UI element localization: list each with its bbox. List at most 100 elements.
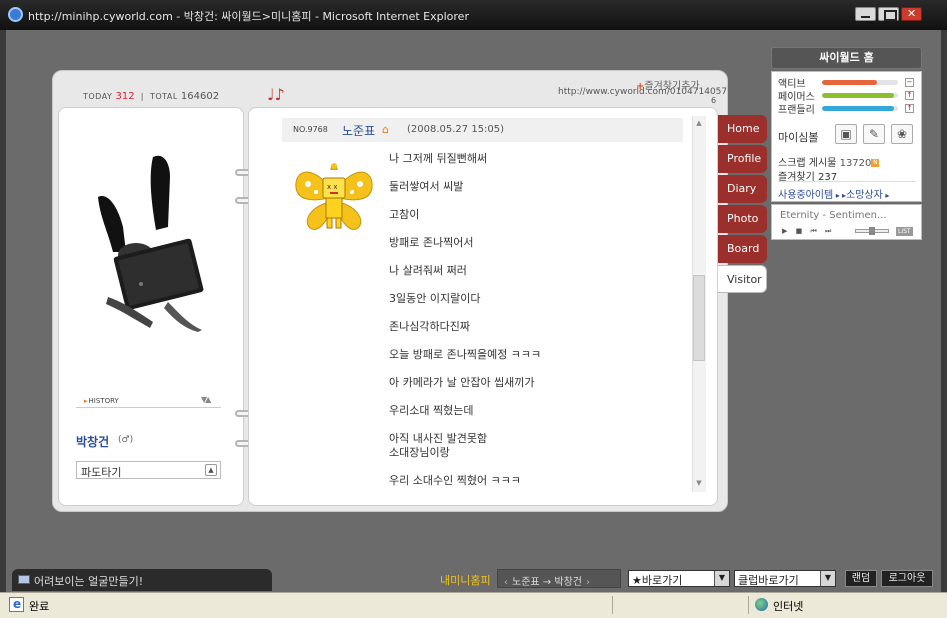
close-button[interactable] <box>901 7 922 21</box>
post-line: 우리 소대수인 찍혔어 ㅋㅋㅋ <box>389 474 521 487</box>
hamster-icon[interactable]: ❀ <box>891 124 913 144</box>
tab-visitor[interactable]: Visitor <box>718 265 767 293</box>
items-in-use-link[interactable]: 사용중아이템 <box>778 186 840 201</box>
chevron-down-icon[interactable]: ▼ <box>820 571 835 586</box>
status-divider <box>748 596 749 614</box>
post-line: 나 그저께 뒤질뻔해써 <box>389 152 488 165</box>
window-title: http://minihp.cyworld.com - 박창건: 싸이월드>미니… <box>28 10 469 23</box>
my-symbol-label: 마이심볼 <box>778 131 819 144</box>
tab-profile[interactable]: Profile <box>718 145 767 173</box>
tab-diary[interactable]: Diary <box>718 175 767 203</box>
history-bar[interactable]: HISTORY ▼▲ <box>76 395 221 408</box>
post-author[interactable]: 노준표 <box>342 122 375 139</box>
bgm-controls[interactable]: ▶ ■ ⏮ ⏭ <box>782 227 834 236</box>
status-bar <box>0 592 947 618</box>
bgm-song-title[interactable]: Eternity - Sentimen... <box>780 210 918 221</box>
music-note-icon[interactable]: ♩♪ <box>267 85 285 104</box>
stat-fill <box>822 80 877 85</box>
sidebar-panel: 액티브 − 페이머스 ↑ 프랜들리 ↑ 마이심볼 ▣ ✎ ❀ 스크랩 게시물 1… <box>771 71 922 202</box>
stat-up-icon[interactable]: ↑ <box>905 104 914 113</box>
post-header: NO.9768 노준표 ⌂ (2008.05.27 15:05) <box>282 118 683 142</box>
stat-fill <box>822 93 895 98</box>
minimize-button[interactable] <box>855 7 876 21</box>
total-label: TOTAL <box>149 92 178 101</box>
post-line: 소대장님이랑 <box>389 446 450 459</box>
post-number: NO.9768 <box>293 125 328 134</box>
homepage-url-suffix: 6 <box>711 96 717 105</box>
post-line: 오늘 방패로 존나찍을예정 ㅋㅋㅋ <box>389 348 542 361</box>
maximize-button[interactable] <box>878 7 899 21</box>
sidebar-divider <box>778 181 916 182</box>
post-date: (2008.05.27 15:05) <box>407 124 505 135</box>
stat-minus-icon[interactable]: − <box>905 78 914 87</box>
page-done-icon <box>9 597 24 612</box>
chevron-right-icon[interactable]: › <box>586 577 590 588</box>
tip-banner[interactable]: 어려보이는 얼굴만들기! <box>12 569 272 591</box>
stat-bar-friendly <box>822 106 898 111</box>
security-zone: 인터넷 <box>773 600 804 613</box>
window-right-border <box>941 30 947 592</box>
tip-icon <box>18 575 30 584</box>
scroll-thumb[interactable] <box>693 275 705 361</box>
club-shortcut-select[interactable]: 클럽바로가기 ▼ <box>734 570 836 587</box>
stat-bar-famous <box>822 93 898 98</box>
club-shortcut-value: 클럽바로가기 <box>738 574 799 587</box>
globe-icon <box>755 598 768 611</box>
tab-home[interactable]: Home <box>718 115 767 143</box>
volume-knob[interactable] <box>869 227 875 235</box>
post-line: 방패로 존나찍어서 <box>389 236 474 249</box>
random-button[interactable]: 랜덤 <box>845 570 877 587</box>
shortcut-value: ★바로가기 <box>632 574 683 587</box>
tab-board[interactable]: Board <box>718 235 767 263</box>
stat-label: 프랜들리 <box>778 105 815 116</box>
counter-separator: | <box>140 92 144 101</box>
chevron-down-icon[interactable]: ▼ <box>714 571 729 586</box>
scrap-count: 13720 <box>839 158 872 169</box>
post-line: 나 살려줘써 쩌러 <box>389 264 467 277</box>
scroll-up-icon[interactable]: ▲ <box>692 116 706 130</box>
home-icon[interactable]: ⌂ <box>382 123 389 136</box>
today-label: TODAY <box>83 92 113 101</box>
ie-icon <box>8 7 23 22</box>
homepage-url[interactable]: http://www.cyworld.com/0104714057 <box>558 87 727 97</box>
post-line: 우리소대 찍혔는데 <box>389 404 474 417</box>
new-badge: N <box>871 159 880 167</box>
total-count: 164602 <box>180 91 220 102</box>
stat-bar-active <box>822 80 898 85</box>
shortcut-select[interactable]: ★바로가기 ▼ <box>628 570 730 587</box>
wish-box-link[interactable]: 소망상자 <box>842 186 889 201</box>
today-count: 312 <box>115 91 135 102</box>
trail-from[interactable]: 노준표 <box>512 577 540 588</box>
chevron-left-icon[interactable]: ‹ <box>504 577 508 588</box>
post-line: 존나심각하다진짜 <box>389 320 470 333</box>
my-minihompy-link[interactable]: 내미니홈피 <box>440 572 491 588</box>
post-line: 고참이 <box>389 208 420 221</box>
status-divider <box>612 596 613 614</box>
visit-trail[interactable]: ‹ 노준표 → 박창건 › <box>497 569 621 588</box>
scrap-stat[interactable]: 스크랩 게시물 13720 N <box>778 154 880 169</box>
cyworld-home-button[interactable]: 싸이월드 홈 <box>771 47 922 69</box>
post-line: 아 카메라가 날 안잡아 씹새끼가 <box>389 376 535 389</box>
scroll-down-icon[interactable]: ▼ <box>692 476 706 490</box>
wave-ride-select[interactable]: 파도타기 ▲ <box>76 461 221 479</box>
trail-to[interactable]: 박창건 <box>554 577 582 588</box>
profile-photo[interactable] <box>78 152 222 332</box>
visit-counter: TODAY 312 | TOTAL 164602 <box>83 91 219 102</box>
stat-fill <box>822 106 895 111</box>
history-toggle-icon[interactable]: ▼▲ <box>201 395 211 404</box>
bgm-player: Eternity - Sentimen... ▶ ■ ⏮ ⏭ LIST <box>771 204 922 240</box>
stat-up-icon[interactable]: ↑ <box>905 91 914 100</box>
tab-photo[interactable]: Photo <box>718 205 767 233</box>
owner-name[interactable]: 박창건 <box>76 433 109 450</box>
logout-button[interactable]: 로그아웃 <box>881 570 933 587</box>
minimi-avatar: x x <box>295 163 373 230</box>
chevron-up-icon[interactable]: ▲ <box>205 464 217 476</box>
wave-ride-label: 파도타기 <box>81 466 122 479</box>
svg-text:x x: x x <box>327 183 338 191</box>
post-line: 3일동안 이지랄이다 <box>389 292 481 305</box>
gender-icon: (♂) <box>118 435 134 445</box>
pen-icon[interactable]: ✎ <box>863 124 885 144</box>
post-line: 둘러쌓여서 씨발 <box>389 180 464 193</box>
radio-icon[interactable]: ▣ <box>835 124 857 144</box>
playlist-button[interactable]: LIST <box>896 227 913 236</box>
